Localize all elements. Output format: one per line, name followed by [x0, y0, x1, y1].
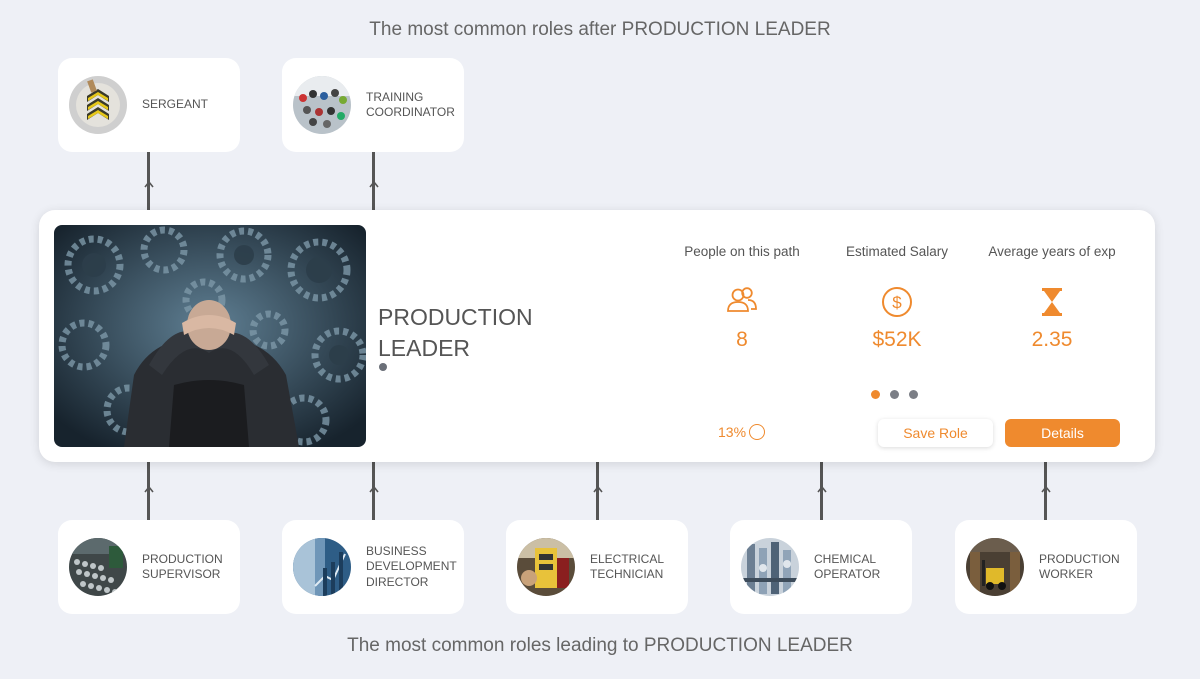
role-card-chemical-operator[interactable]: CHEMICAL OPERATOR — [730, 520, 912, 614]
pager-dot[interactable] — [909, 390, 918, 399]
stat-value: 2.35 — [1031, 328, 1073, 351]
current-role-card: PRODUCTION LEADER People on this path 8 … — [39, 210, 1155, 462]
electrician-image — [517, 538, 575, 596]
details-button[interactable]: Details — [1005, 419, 1120, 447]
chemical-plant-image — [741, 538, 799, 596]
role-title: PRODUCTION WORKER — [1039, 551, 1120, 582]
role-card-production-supervisor[interactable]: PRODUCTION SUPERVISOR — [58, 520, 240, 614]
match-percent: 13% — [718, 424, 766, 440]
percent-value: 13% — [718, 424, 747, 440]
role-title: CHEMICAL OPERATOR — [814, 551, 881, 582]
title-indicator-dot — [379, 363, 387, 371]
arrow-up-icon — [144, 485, 154, 493]
factory-line-image — [69, 538, 127, 596]
stat-label: People on this path — [684, 244, 800, 259]
role-card-production-worker[interactable]: PRODUCTION WORKER — [955, 520, 1137, 614]
stat-people: People on this path 8 — [667, 244, 817, 352]
stats-pager — [871, 390, 918, 399]
role-title: BUSINESS DEVELOPMENT DIRECTOR — [366, 543, 457, 589]
save-role-button[interactable]: Save Role — [878, 419, 993, 447]
role-title: PRODUCTION SUPERVISOR — [142, 551, 223, 582]
arrow-up-icon — [144, 180, 154, 188]
arrow-up-icon — [369, 180, 379, 188]
next-roles-heading: The most common roles after PRODUCTION L… — [369, 19, 831, 40]
people-icon — [667, 286, 817, 320]
stat-label: Estimated Salary — [845, 244, 949, 259]
stat-value: 8 — [736, 328, 748, 351]
role-card-business-development-director[interactable]: BUSINESS DEVELOPMENT DIRECTOR — [282, 520, 464, 614]
current-role-title: PRODUCTION LEADER — [378, 304, 533, 361]
arrow-up-icon — [1041, 485, 1051, 493]
role-title: ELECTRICAL TECHNICIAN — [590, 551, 664, 582]
progress-ring-icon — [749, 424, 766, 440]
stat-label: Average years of exp — [988, 244, 1116, 259]
dollar-icon: $ — [822, 286, 972, 320]
previous-roles-heading: The most common roles leading to PRODUCT… — [347, 635, 853, 656]
role-card-sergeant[interactable]: SERGEANT — [58, 58, 240, 152]
sergeant-chevron-image — [69, 76, 127, 134]
stat-experience: Average years of exp 2.35 — [977, 244, 1127, 352]
pager-dot[interactable] — [890, 390, 899, 399]
warehouse-forklift-image — [966, 538, 1024, 596]
arrow-up-icon — [369, 485, 379, 493]
role-card-training-coordinator[interactable]: TRAINING COORDINATOR — [282, 58, 464, 152]
role-card-electrical-technician[interactable]: ELECTRICAL TECHNICIAN — [506, 520, 688, 614]
role-title: TRAINING COORDINATOR — [366, 89, 455, 120]
role-title: SERGEANT — [142, 97, 209, 112]
hourglass-icon — [977, 286, 1127, 320]
training-group-image — [293, 76, 351, 134]
svg-text:$: $ — [892, 293, 902, 312]
arrow-up-icon — [817, 485, 827, 493]
business-growth-image — [293, 538, 351, 596]
stat-salary: Estimated Salary $ $52K — [822, 244, 972, 352]
businessman-gears-image — [54, 225, 366, 447]
arrow-up-icon — [593, 485, 603, 493]
pager-dot-active[interactable] — [871, 390, 880, 399]
career-path-page: The most common roles after PRODUCTION L… — [0, 0, 1200, 679]
stat-value: $52K — [872, 328, 922, 351]
